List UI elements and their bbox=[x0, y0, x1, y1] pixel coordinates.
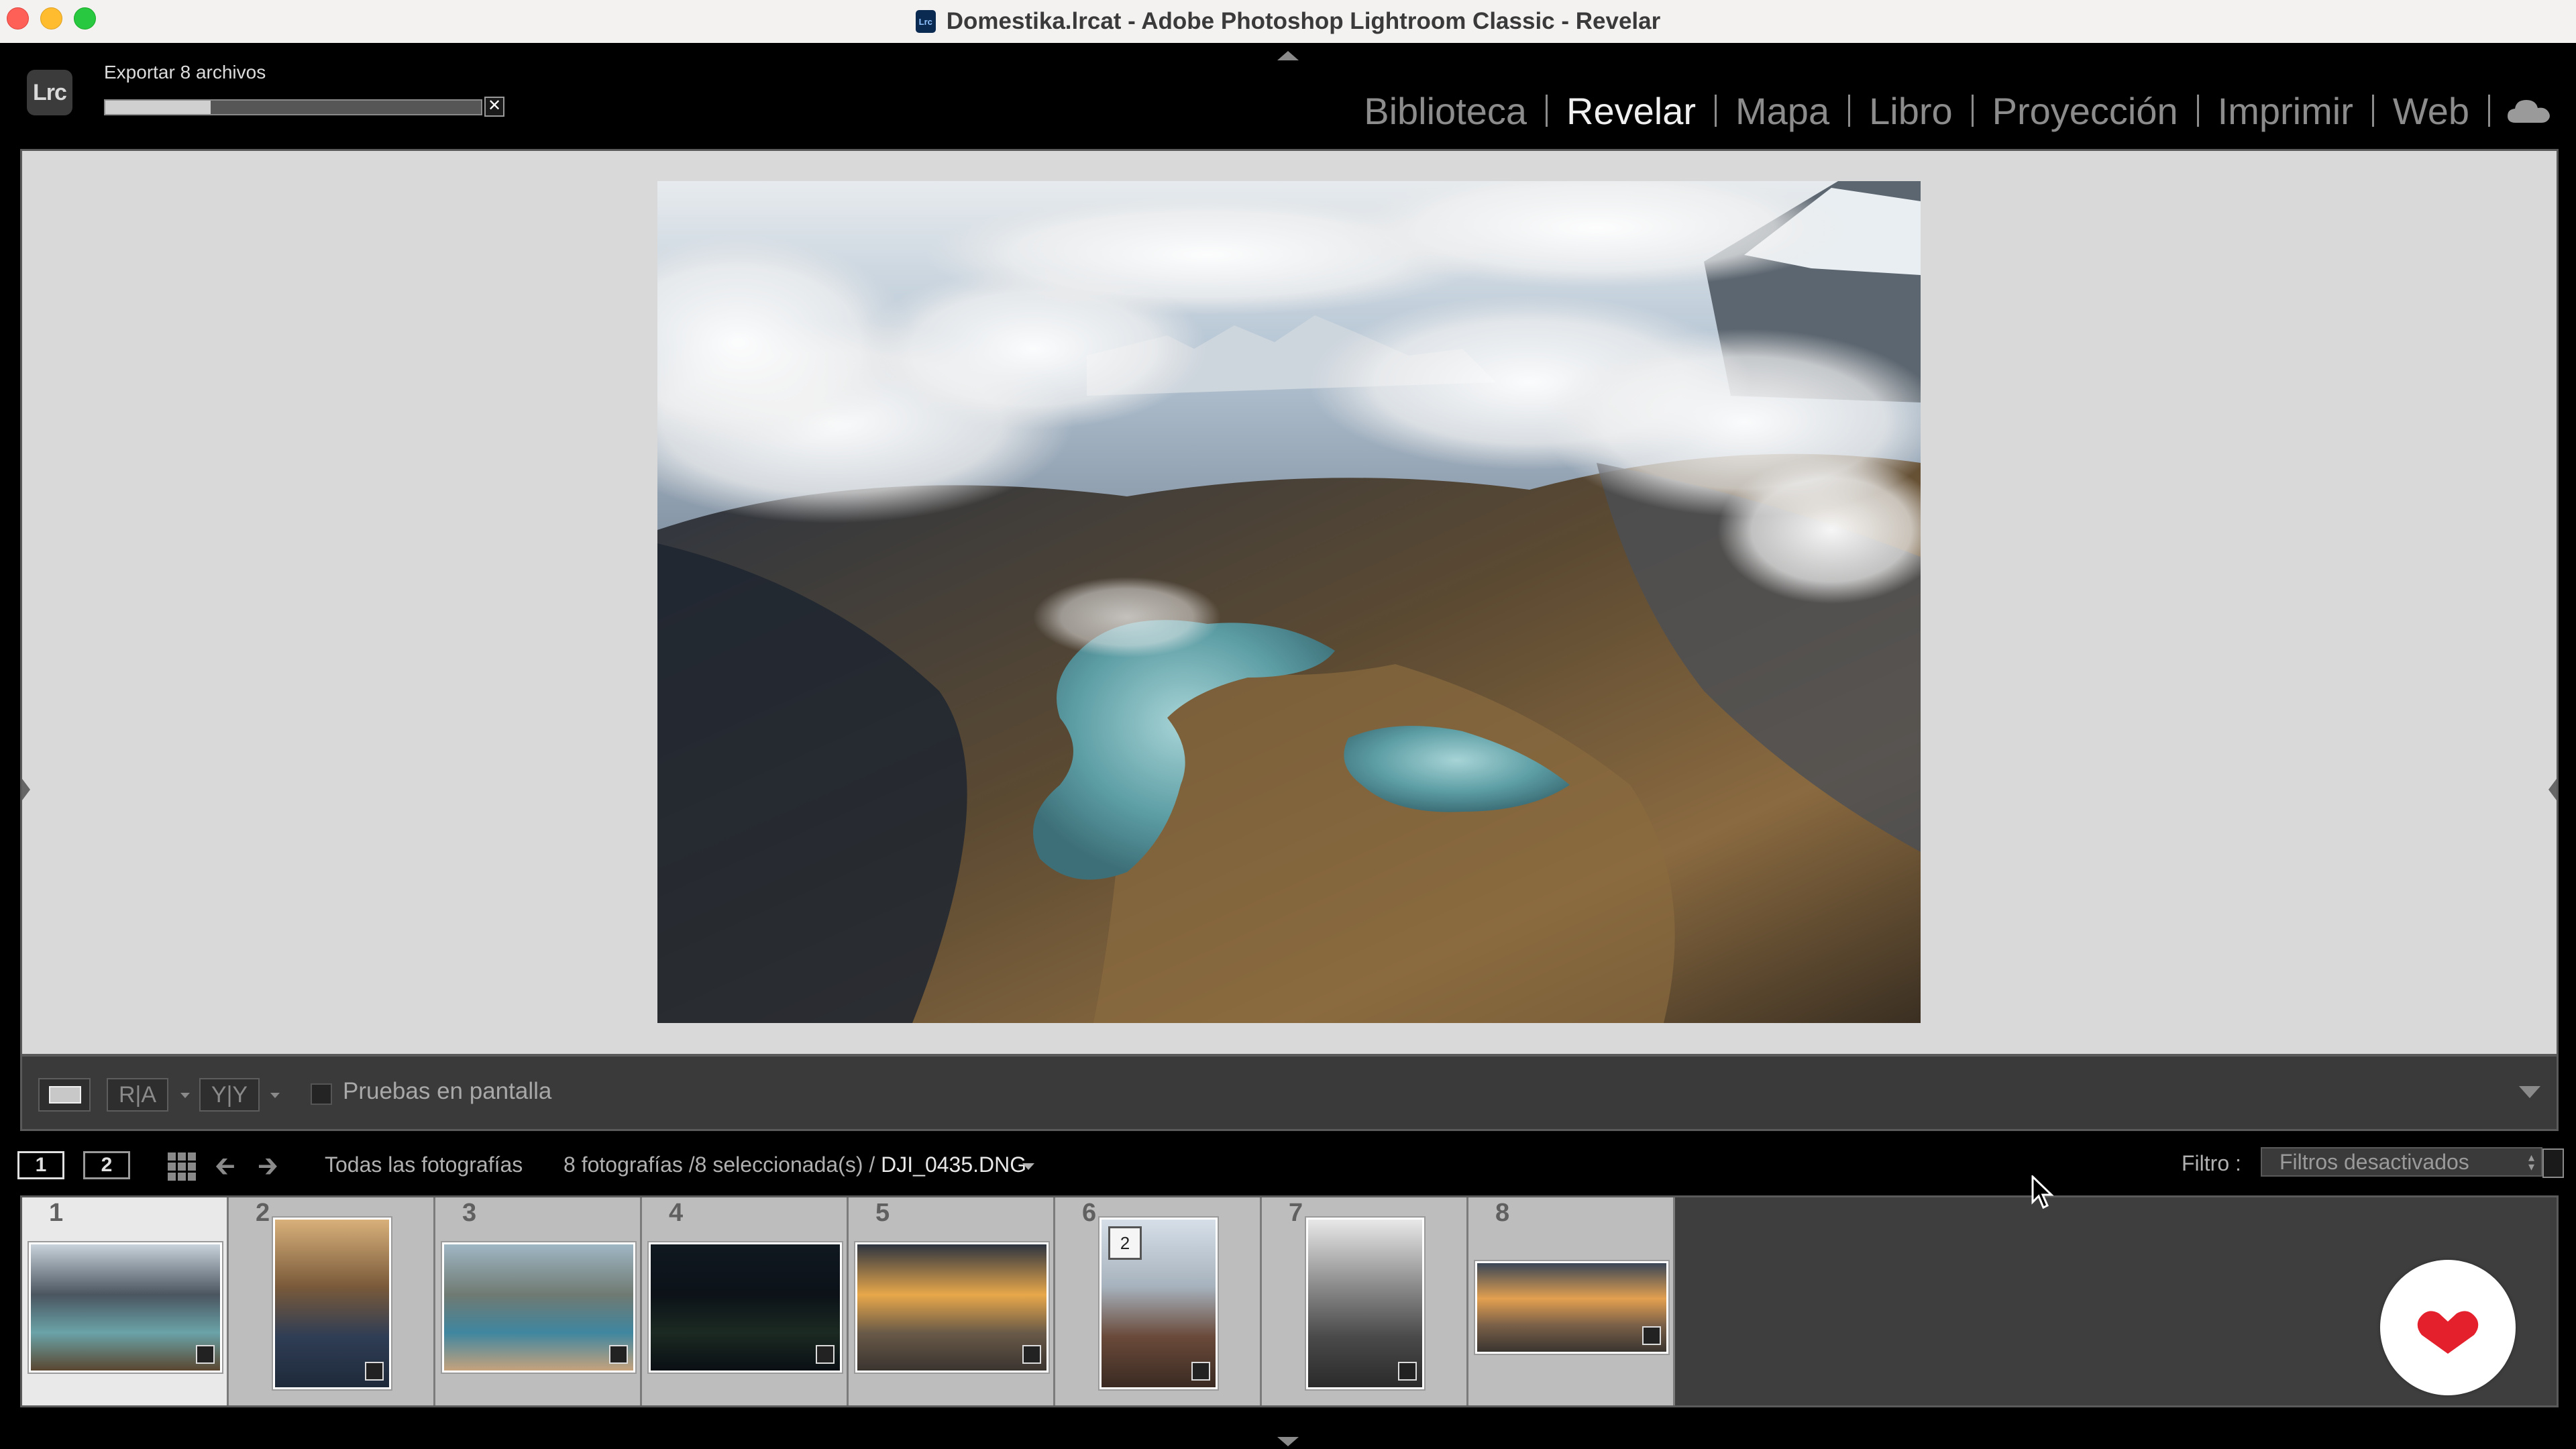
secondary-window-button[interactable]: 2 bbox=[83, 1151, 130, 1179]
thumbnail-image bbox=[442, 1242, 635, 1373]
filmstrip-thumbnail[interactable]: 1 bbox=[22, 1197, 229, 1405]
domestika-logo-icon bbox=[2380, 1260, 2516, 1395]
identity-plate[interactable]: Lrc bbox=[27, 70, 72, 115]
soft-proof-label: Pruebas en pantalla bbox=[343, 1078, 552, 1104]
thumbnail-index: 7 bbox=[1289, 1199, 1303, 1227]
develop-toolbar: R|A Y|Y Pruebas en pantalla bbox=[20, 1055, 2559, 1131]
thumbnail-image bbox=[29, 1242, 222, 1373]
before-after-swap-button[interactable]: Y|Y bbox=[199, 1078, 260, 1112]
right-panel-toggle-icon[interactable] bbox=[2548, 779, 2557, 800]
module-libro[interactable]: Libro bbox=[1850, 89, 1972, 133]
cloud-icon[interactable] bbox=[2506, 97, 2552, 124]
toolbar-menu-icon[interactable] bbox=[2519, 1086, 2540, 1098]
thumbnail-index: 6 bbox=[1082, 1199, 1097, 1227]
filter-value: Filtros desactivados bbox=[2279, 1150, 2469, 1174]
selection-count: 8 fotografías /8 seleccionada(s) / bbox=[564, 1152, 875, 1177]
module-picker: Biblioteca Revelar Mapa Libro Proyección… bbox=[1345, 87, 2576, 134]
develop-settings-badge-icon[interactable] bbox=[816, 1345, 835, 1364]
module-imprimir[interactable]: Imprimir bbox=[2199, 89, 2372, 133]
filter-select[interactable]: Filtros desactivados ▴ ▾ bbox=[2261, 1147, 2542, 1177]
develop-settings-badge-icon[interactable] bbox=[1398, 1362, 1417, 1381]
filmstrip-thumbnail[interactable]: 4 bbox=[642, 1197, 849, 1405]
thumbnail-image bbox=[1306, 1218, 1424, 1389]
main-photo[interactable] bbox=[657, 181, 1921, 1023]
thumbnail-image bbox=[273, 1218, 391, 1389]
soft-proof-checkbox[interactable] bbox=[311, 1083, 332, 1105]
filmstrip-thumbnail[interactable]: 2 bbox=[229, 1197, 435, 1405]
window-title: Domestika.lrcat - Adobe Photoshop Lightr… bbox=[946, 8, 1661, 34]
develop-image-view[interactable] bbox=[20, 149, 2559, 1056]
module-proyeccion[interactable]: Proyección bbox=[1974, 89, 2197, 133]
prev-arrow-icon[interactable]: 🡰 bbox=[215, 1154, 235, 1179]
develop-settings-badge-icon[interactable] bbox=[1022, 1345, 1041, 1364]
thumbnail-index: 3 bbox=[462, 1199, 477, 1227]
thumbnail-index: 4 bbox=[669, 1199, 684, 1227]
before-after-button[interactable]: R|A bbox=[107, 1078, 168, 1112]
filter-lock-icon[interactable] bbox=[2542, 1148, 2564, 1178]
module-separator bbox=[2488, 95, 2490, 127]
mountain-lake-photo bbox=[657, 181, 1921, 1023]
swap-dropdown-icon[interactable] bbox=[270, 1093, 280, 1098]
window-titlebar: Lrc Domestika.lrcat - Adobe Photoshop Li… bbox=[0, 0, 2576, 44]
module-mapa[interactable]: Mapa bbox=[1717, 89, 1848, 133]
thumbnail-index: 5 bbox=[875, 1199, 890, 1227]
thumbnail-index: 8 bbox=[1495, 1199, 1510, 1227]
filter-dropdown-icon: ▴ ▾ bbox=[2528, 1150, 2534, 1173]
loupe-view-button[interactable] bbox=[38, 1078, 91, 1112]
bottom-panel-toggle-icon[interactable] bbox=[1277, 1437, 1299, 1446]
filmstrip-thumbnail[interactable]: 62 bbox=[1055, 1197, 1262, 1405]
filmstrip-count[interactable]: 8 fotografías /8 seleccionada(s) / DJI_0… bbox=[564, 1152, 1026, 1177]
filmstrip[interactable]: 123456278 bbox=[20, 1195, 2559, 1407]
top-panel-toggle-icon[interactable] bbox=[1277, 51, 1299, 60]
export-progress-fill bbox=[105, 101, 211, 114]
stack-count-badge[interactable]: 2 bbox=[1108, 1226, 1142, 1260]
module-biblioteca[interactable]: Biblioteca bbox=[1345, 89, 1546, 133]
thumbnail-image bbox=[1475, 1261, 1668, 1354]
grid-icon[interactable] bbox=[168, 1152, 196, 1181]
current-filename: DJI_0435.DNG bbox=[881, 1152, 1027, 1177]
export-progress-bar bbox=[104, 99, 482, 115]
next-arrow-icon[interactable]: 🡲 bbox=[258, 1154, 278, 1179]
module-revelar[interactable]: Revelar bbox=[1548, 89, 1715, 133]
filmstrip-thumbnail[interactable]: 7 bbox=[1262, 1197, 1468, 1405]
filmstrip-source[interactable]: Todas las fotografías bbox=[325, 1152, 523, 1177]
filmstrip-thumbnail[interactable]: 5 bbox=[849, 1197, 1055, 1405]
develop-settings-badge-icon[interactable] bbox=[365, 1362, 384, 1381]
filmstrip-thumbnail[interactable]: 3 bbox=[435, 1197, 642, 1405]
top-panel: Lrc Exportar 8 archivos ✕ Biblioteca Rev… bbox=[0, 43, 2576, 148]
develop-settings-badge-icon[interactable] bbox=[1642, 1326, 1661, 1345]
thumbnail-image bbox=[855, 1242, 1049, 1373]
develop-settings-badge-icon[interactable] bbox=[1191, 1362, 1210, 1381]
filmstrip-thumbnail[interactable]: 8 bbox=[1468, 1197, 1675, 1405]
filter-label: Filtro : bbox=[2182, 1151, 2241, 1175]
cancel-export-button[interactable]: ✕ bbox=[484, 97, 504, 117]
mouse-cursor-icon bbox=[2031, 1175, 2054, 1210]
primary-window-button[interactable]: 1 bbox=[17, 1151, 64, 1179]
window-title-group: Lrc Domestika.lrcat - Adobe Photoshop Li… bbox=[0, 0, 2576, 43]
module-web[interactable]: Web bbox=[2374, 89, 2488, 133]
left-panel-toggle-icon[interactable] bbox=[22, 779, 30, 800]
filename-dropdown-icon[interactable] bbox=[1022, 1163, 1034, 1170]
develop-settings-badge-icon[interactable] bbox=[609, 1345, 628, 1364]
lightroom-app-icon: Lrc bbox=[915, 10, 936, 33]
thumbnail-image bbox=[649, 1242, 842, 1373]
export-progress-label: Exportar 8 archivos bbox=[104, 62, 266, 83]
before-after-dropdown-icon[interactable] bbox=[180, 1093, 190, 1098]
thumbnail-index: 1 bbox=[49, 1199, 64, 1227]
filmstrip-header: 1 2 🡰 🡲 Todas las fotografías 8 fotograf… bbox=[0, 1134, 2576, 1193]
thumbnail-image: 2 bbox=[1099, 1218, 1218, 1389]
develop-settings-badge-icon[interactable] bbox=[196, 1345, 215, 1364]
loupe-view-icon bbox=[49, 1086, 81, 1104]
thumbnail-index: 2 bbox=[256, 1199, 270, 1227]
